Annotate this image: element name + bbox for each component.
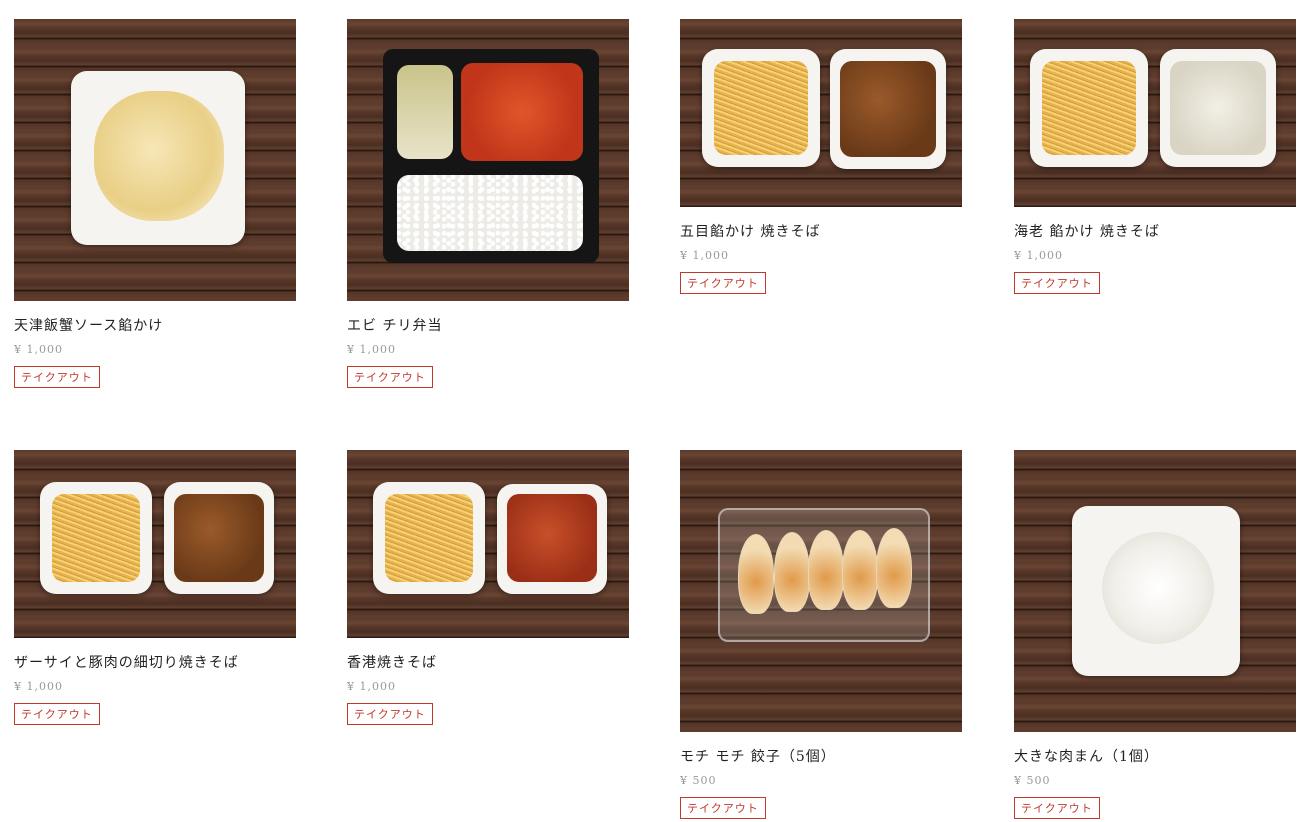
product-card[interactable]: 香港焼きそば ¥ 1,000 テイクアウト xyxy=(347,450,629,725)
product-card[interactable]: 大きな肉まん（1個） ¥ 500 テイクアウト xyxy=(1014,450,1296,819)
takeout-tag-button[interactable]: テイクアウト xyxy=(347,703,433,725)
gyoza-icon xyxy=(842,530,878,610)
product-card[interactable]: 天津飯蟹ソース餡かけ ¥ 1,000 テイクアウト xyxy=(14,19,296,388)
product-price: ¥ 1,000 xyxy=(14,680,63,693)
product-card[interactable]: モチ モチ 餃子（5個） ¥ 500 テイクアウト xyxy=(680,450,962,819)
nikuman-bun-icon xyxy=(1102,532,1214,644)
takeout-tag-button[interactable]: テイクアウト xyxy=(680,272,766,294)
takeout-tag-button[interactable]: テイクアウト xyxy=(14,703,100,725)
takeout-tag-button[interactable]: テイクアウト xyxy=(14,366,100,388)
product-image-ebi-yakisoba[interactable] xyxy=(1014,19,1296,207)
product-price: ¥ 1,000 xyxy=(1014,249,1063,262)
ebi-sauce-icon xyxy=(1170,61,1266,155)
gyoza-icon xyxy=(808,530,844,610)
takeout-tag-button[interactable]: テイクアウト xyxy=(347,366,433,388)
gyoza-icon xyxy=(738,534,774,614)
gomoku-sauce-icon xyxy=(840,61,936,157)
product-image-gomoku-yakisoba[interactable] xyxy=(680,19,962,207)
product-price: ¥ 1,000 xyxy=(680,249,729,262)
gyoza-icon xyxy=(774,532,810,612)
product-name: エビ チリ弁当 xyxy=(347,318,443,334)
product-price: ¥ 1,000 xyxy=(347,680,396,693)
product-price: ¥ 500 xyxy=(680,774,717,787)
side-dish-icon xyxy=(397,65,453,159)
product-card[interactable]: ザーサイと豚肉の細切り焼きそば ¥ 1,000 テイクアウト xyxy=(14,450,296,725)
product-card[interactable]: 海老 餡かけ 焼きそば ¥ 1,000 テイクアウト xyxy=(1014,19,1296,294)
hongkong-sauce-icon xyxy=(507,494,597,582)
noodles-icon xyxy=(385,494,473,582)
product-name: 海老 餡かけ 焼きそば xyxy=(1014,224,1160,240)
product-image-gyoza[interactable] xyxy=(680,450,962,732)
takeout-tag-button[interactable]: テイクアウト xyxy=(1014,797,1100,819)
product-price: ¥ 1,000 xyxy=(14,343,63,356)
ebichili-icon xyxy=(461,63,583,161)
product-name: 香港焼きそば xyxy=(347,655,437,671)
product-name: ザーサイと豚肉の細切り焼きそば xyxy=(14,655,239,671)
gyoza-icon xyxy=(876,528,912,608)
zasai-sauce-icon xyxy=(174,494,264,582)
omelette-icon xyxy=(94,91,224,221)
product-image-tenshinhan[interactable] xyxy=(14,19,296,301)
product-grid: 天津飯蟹ソース餡かけ ¥ 1,000 テイクアウト エビ チリ弁当 ¥ 1,00… xyxy=(0,0,1312,822)
product-card[interactable]: 五目餡かけ 焼きそば ¥ 1,000 テイクアウト xyxy=(680,19,962,294)
noodles-icon xyxy=(52,494,140,582)
rice-icon xyxy=(397,175,583,251)
takeout-tag-button[interactable]: テイクアウト xyxy=(680,797,766,819)
product-name: モチ モチ 餃子（5個） xyxy=(680,749,836,765)
noodles-icon xyxy=(1042,61,1136,155)
product-image-zasai-yakisoba[interactable] xyxy=(14,450,296,638)
product-image-hongkong-yakisoba[interactable] xyxy=(347,450,629,638)
product-image-ebichili-bento[interactable] xyxy=(347,19,629,301)
product-image-nikuman[interactable] xyxy=(1014,450,1296,732)
product-name: 五目餡かけ 焼きそば xyxy=(680,224,821,240)
product-price: ¥ 500 xyxy=(1014,774,1051,787)
product-price: ¥ 1,000 xyxy=(347,343,396,356)
product-name: 大きな肉まん（1個） xyxy=(1014,749,1159,765)
takeout-tag-button[interactable]: テイクアウト xyxy=(1014,272,1100,294)
product-name: 天津飯蟹ソース餡かけ xyxy=(14,318,164,334)
noodles-icon xyxy=(714,61,808,155)
product-card[interactable]: エビ チリ弁当 ¥ 1,000 テイクアウト xyxy=(347,19,629,388)
